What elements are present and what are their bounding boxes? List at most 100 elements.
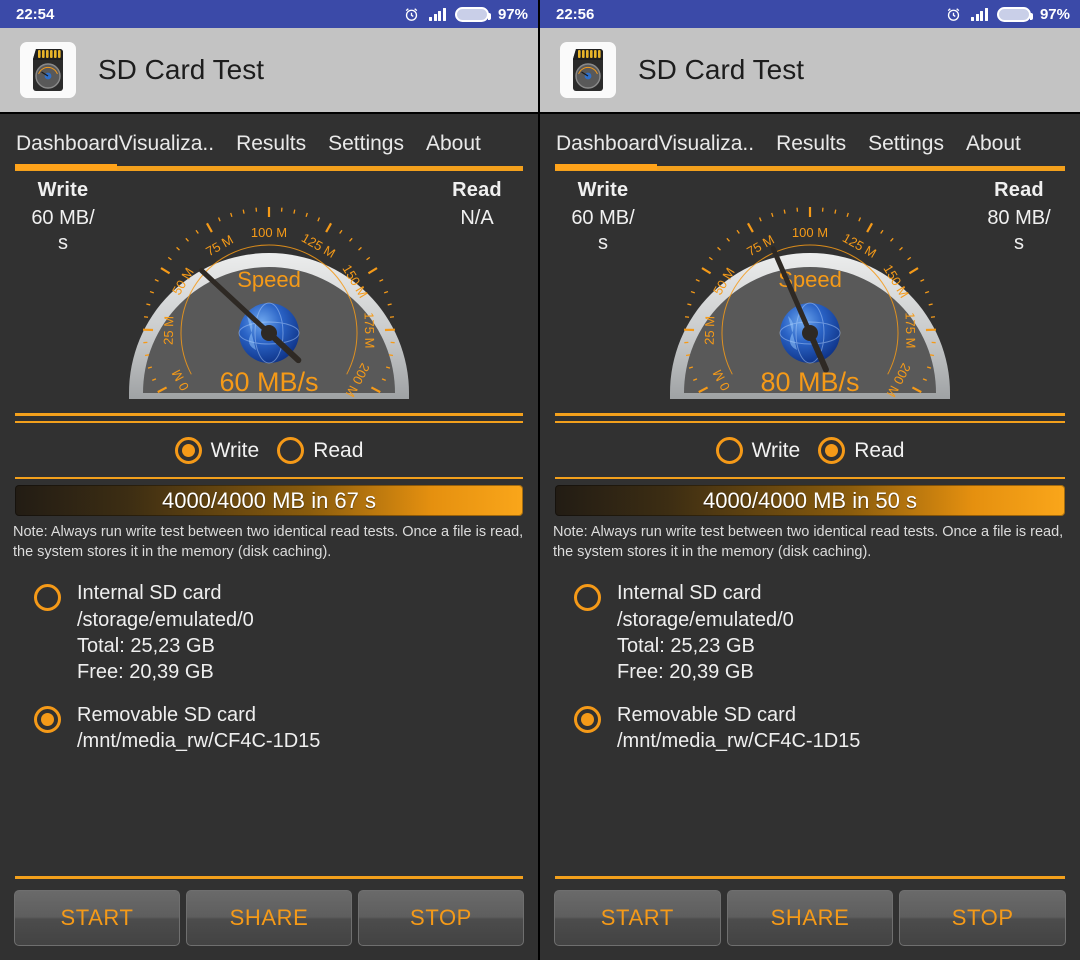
- start-button[interactable]: START: [14, 890, 180, 946]
- mode-write-option[interactable]: Write: [715, 437, 801, 464]
- tab-results[interactable]: Results: [776, 132, 846, 166]
- write-caption: Write: [577, 179, 629, 201]
- read-value-cont: s: [1014, 232, 1024, 254]
- gauge-reading: 80 MB/s: [760, 367, 859, 397]
- status-clock: 22:54: [16, 5, 55, 23]
- storage-item-removable[interactable]: Removable SD card /mnt/media_rw/CF4C-1D1…: [0, 702, 538, 755]
- progress-text: 4000/4000 MB in 67 s: [161, 487, 377, 513]
- action-buttons: START SHARE STOP: [540, 890, 1080, 960]
- divider-below-mode: [15, 477, 523, 479]
- sd-card-icon: [20, 42, 76, 98]
- share-button[interactable]: SHARE: [726, 890, 894, 946]
- storage-internal-path: /storage/emulated/0: [617, 608, 794, 631]
- mode-write-label: Write: [751, 438, 801, 462]
- app-title: SD Card Test: [98, 54, 264, 85]
- gauge-tick-label: 100 M: [792, 225, 828, 240]
- battery-icon: [454, 6, 491, 22]
- divider-above-mode: [555, 413, 1065, 416]
- storage-removable-radio[interactable]: [574, 705, 601, 733]
- storage-internal-free: Free: 20,39 GB: [617, 661, 754, 684]
- signal-icon: [971, 7, 988, 21]
- mode-write-option[interactable]: Write: [174, 437, 260, 464]
- write-summary: Write 60 MB/ s: [548, 179, 658, 256]
- read-caption: Read: [452, 179, 502, 201]
- tab-active-indicator: [15, 164, 523, 171]
- app-content: Dashboard Visualiza.. Results Settings A…: [540, 112, 1080, 960]
- speed-gauge-area: Write 60 MB/ s Read N/A 0 M 25 M 50 M 75…: [0, 175, 538, 413]
- write-value: 60 MB/: [31, 207, 95, 229]
- mode-write-radio[interactable]: [174, 437, 202, 464]
- storage-internal-name: Internal SD card: [617, 582, 762, 605]
- sd-card-icon: [560, 42, 616, 98]
- start-button[interactable]: START: [554, 890, 721, 946]
- tab-results[interactable]: Results: [236, 132, 306, 166]
- gauge-tick-label: 75 M: [744, 232, 777, 259]
- share-button[interactable]: SHARE: [186, 890, 352, 946]
- gauge-tick-label: 125 M: [299, 230, 338, 261]
- speed-gauge-area: Write 60 MB/ s Read 80 MB/ s 0 M 25 M 50…: [540, 175, 1080, 413]
- app-bar: SD Card Test: [540, 28, 1080, 112]
- speed-gauge: 0 M 25 M 50 M 75 M 100 M 125 M 150 M 175 M 200 M…: [660, 183, 960, 413]
- gauge-tick-label: 125 M: [840, 230, 879, 261]
- tab-visualization[interactable]: Visualiza..: [659, 132, 754, 166]
- read-value: 80 MB/: [987, 207, 1051, 229]
- write-caption: Write: [37, 179, 89, 201]
- storage-internal-total: Total: 25,23 GB: [617, 634, 755, 657]
- stop-button[interactable]: STOP: [899, 890, 1067, 946]
- storage-removable-name: Removable SD card: [77, 703, 256, 726]
- mode-read-radio[interactable]: [818, 437, 846, 464]
- alarm-icon: [403, 6, 420, 23]
- tab-visualization[interactable]: Visualiza..: [119, 132, 214, 166]
- tab-settings[interactable]: Settings: [868, 132, 944, 166]
- storage-removable-path: /mnt/media_rw/CF4C-1D15: [77, 730, 321, 753]
- stop-button[interactable]: STOP: [358, 890, 524, 946]
- note-text: Note: Always run write test between two …: [13, 524, 524, 560]
- battery-icon: [996, 6, 1033, 22]
- mode-read-option[interactable]: Read: [818, 437, 904, 464]
- read-caption: Read: [994, 179, 1044, 201]
- gauge-tick-label: 25 M: [702, 316, 718, 345]
- status-bar: 22:54 97%: [0, 0, 538, 28]
- storage-list: Internal SD card /storage/emulated/0 Tot…: [0, 562, 538, 770]
- divider-below-mode: [555, 477, 1065, 479]
- app-content: Dashboard Visualiza.. Results Settings A…: [0, 112, 538, 960]
- mode-read-radio[interactable]: [277, 437, 305, 464]
- mode-selector: Write Read: [540, 423, 1080, 477]
- gauge-center-label: Speed: [237, 267, 301, 292]
- storage-item-internal[interactable]: Internal SD card /storage/emulated/0 Tot…: [0, 580, 538, 686]
- storage-item-internal[interactable]: Internal SD card /storage/emulated/0 Tot…: [540, 580, 1080, 686]
- mode-read-label: Read: [313, 438, 364, 462]
- read-summary: Read N/A: [422, 179, 532, 231]
- storage-removable-radio[interactable]: [34, 705, 61, 733]
- signal-icon: [429, 7, 446, 21]
- storage-internal-radio[interactable]: [574, 584, 601, 612]
- alarm-icon: [945, 6, 962, 23]
- storage-internal-free: Free: 20,39 GB: [77, 661, 214, 684]
- tab-about[interactable]: About: [426, 132, 481, 166]
- status-bar: 22:56 97%: [540, 0, 1080, 28]
- mode-selector: Write Read: [0, 423, 538, 477]
- gauge-tick-label: 25 M: [161, 316, 177, 345]
- tab-about[interactable]: About: [966, 132, 1021, 166]
- mode-read-label: Read: [854, 438, 905, 462]
- gauge-tick-label: 75 M: [203, 232, 236, 259]
- gauge-tick-label: 175 M: [361, 312, 377, 349]
- mode-write-radio[interactable]: [715, 437, 743, 464]
- app-bar: SD Card Test: [0, 28, 538, 112]
- gauge-tick-label: 175 M: [902, 312, 918, 349]
- storage-internal-path: /storage/emulated/0: [77, 608, 254, 631]
- mode-write-label: Write: [210, 438, 260, 462]
- mode-read-option[interactable]: Read: [277, 437, 363, 464]
- tab-active-indicator: [555, 164, 1065, 171]
- tab-dashboard[interactable]: Dashboard: [556, 132, 659, 166]
- storage-item-removable[interactable]: Removable SD card /mnt/media_rw/CF4C-1D1…: [540, 702, 1080, 755]
- tab-settings[interactable]: Settings: [328, 132, 404, 166]
- read-value: N/A: [460, 207, 494, 229]
- progress-bar: 4000/4000 MB in 67 s: [15, 485, 523, 516]
- storage-internal-name: Internal SD card: [77, 582, 222, 605]
- storage-internal-radio[interactable]: [34, 584, 61, 612]
- divider-above-buttons: [555, 876, 1065, 879]
- tab-dashboard[interactable]: Dashboard: [16, 132, 119, 166]
